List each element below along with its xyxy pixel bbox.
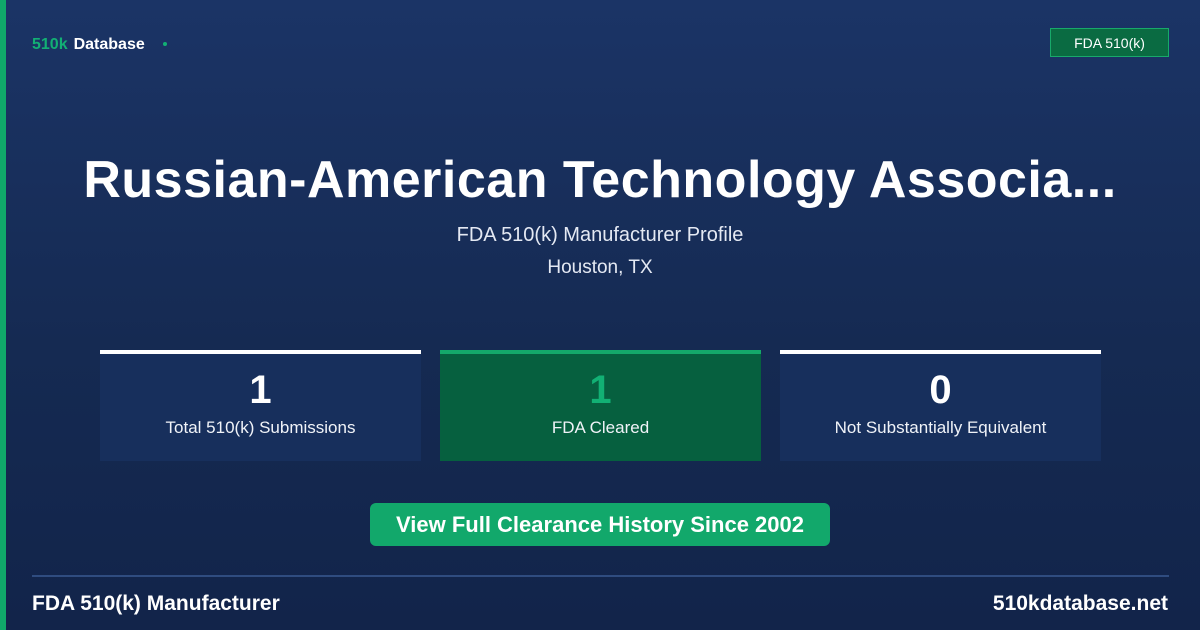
brand-dot-icon <box>162 42 167 46</box>
stat-card-fda-cleared: 1 FDA Cleared <box>440 350 761 461</box>
footer-category-label: FDA 510(k) Manufacturer <box>32 592 280 615</box>
page-title: Russian-American Technology Associa... <box>83 151 1117 209</box>
brand-name-text: Database <box>73 36 145 53</box>
stat-label: FDA Cleared <box>551 418 650 437</box>
stat-value: 1 <box>589 368 612 412</box>
manufacturer-location: Houston, TX <box>547 257 653 278</box>
left-accent-bar <box>0 0 6 630</box>
brand-logo[interactable]: 510k Database <box>32 36 167 54</box>
brand-accent-text: 510k <box>32 36 68 53</box>
stat-label: Total 510(k) Submissions <box>165 418 356 437</box>
stat-label: Not Substantially Equivalent <box>834 418 1047 437</box>
stat-card-not-substantially-equivalent: 0 Not Substantially Equivalent <box>780 350 1101 461</box>
stat-value: 0 <box>929 368 952 412</box>
stat-card-total-submissions: 1 Total 510(k) Submissions <box>100 350 421 461</box>
stat-value: 1 <box>249 368 272 412</box>
view-clearance-history-button[interactable]: View Full Clearance History Since 2002 <box>370 503 830 546</box>
fda-510k-badge: FDA 510(k) <box>1050 28 1169 57</box>
footer-divider <box>32 575 1169 577</box>
footer-site-link[interactable]: 510kdatabase.net <box>993 592 1168 616</box>
page-subtitle: FDA 510(k) Manufacturer Profile <box>456 224 744 246</box>
